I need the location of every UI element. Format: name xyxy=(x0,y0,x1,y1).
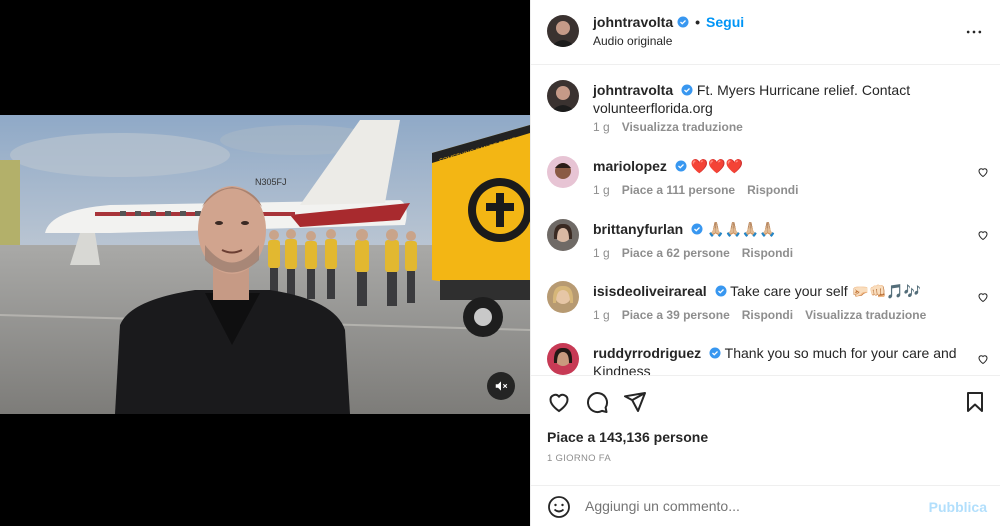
comment-username[interactable]: isisdeoliveirareal xyxy=(593,283,707,299)
comment-text: brittanyfurlan 🙏🏼🙏🏼🙏🏼🙏🏼 xyxy=(593,220,963,238)
post-header: johntravolta • Segui Audio originale xyxy=(531,0,1000,65)
post-side-panel: johntravolta • Segui Audio originale joh… xyxy=(530,0,1000,526)
bookmark-icon[interactable] xyxy=(963,390,987,414)
comments-list[interactable]: johntravolta Ft. Myers Hurricane relief.… xyxy=(531,66,1000,375)
likes-count[interactable]: Piace a 143,136 persone xyxy=(547,429,708,445)
comment-text: isisdeoliveirareal Take care your self 🤛… xyxy=(593,282,963,300)
comment-age[interactable]: 1 g xyxy=(593,308,610,322)
avatar[interactable] xyxy=(547,343,579,375)
post-author-username[interactable]: johntravolta xyxy=(593,14,673,30)
heart-icon[interactable] xyxy=(977,353,989,365)
comment-meta: 1 g Piace a 39 persone Rispondi Visualiz… xyxy=(593,308,938,322)
verified-badge-icon xyxy=(681,84,693,96)
reply-button[interactable]: Rispondi xyxy=(742,308,793,322)
caption-text: johntravolta Ft. Myers Hurricane relief.… xyxy=(593,81,963,117)
translate-link[interactable]: Visualizza traduzione xyxy=(622,120,743,134)
video-frame: N305FJ SOMETHING CAN BE DONE xyxy=(0,115,530,414)
heart-icon[interactable] xyxy=(977,166,989,178)
post-actions: Piace a 143,136 persone 1 GIORNO FA Pubb… xyxy=(531,375,1000,526)
add-comment-input[interactable] xyxy=(585,498,905,514)
heart-icon[interactable] xyxy=(547,390,571,414)
avatar[interactable] xyxy=(547,15,579,47)
emoji-icon[interactable] xyxy=(547,495,571,519)
paper-plane-icon[interactable] xyxy=(623,390,647,414)
comment-body: 🙏🏼🙏🏼🙏🏼🙏🏼 xyxy=(707,221,777,237)
heart-icon[interactable] xyxy=(977,291,989,303)
verified-badge-icon xyxy=(691,223,703,235)
header-user-row: johntravolta • Segui xyxy=(593,14,744,30)
more-options-icon[interactable] xyxy=(964,22,984,42)
add-comment-row: Pubblica xyxy=(531,485,1000,526)
verified-badge-icon xyxy=(709,347,721,359)
muted-speaker-icon xyxy=(495,381,508,391)
comment-age[interactable]: 1 g xyxy=(593,183,610,197)
avatar[interactable] xyxy=(547,219,579,251)
comment-text: mariolopez ❤️❤️❤️ xyxy=(593,157,963,175)
reply-button[interactable]: Rispondi xyxy=(747,183,798,197)
post-media: N305FJ SOMETHING CAN BE DONE xyxy=(0,0,530,526)
publish-button[interactable]: Pubblica xyxy=(929,499,987,515)
mute-button[interactable] xyxy=(487,372,515,400)
reply-button[interactable]: Rispondi xyxy=(742,246,793,260)
post-time[interactable]: 1 GIORNO FA xyxy=(547,453,611,464)
plane-registration: N305FJ xyxy=(255,177,287,187)
verified-badge-icon xyxy=(677,16,689,28)
comment-likes[interactable]: Piace a 111 persone xyxy=(622,183,735,197)
comment-likes[interactable]: Piace a 62 persone xyxy=(622,246,730,260)
translate-link[interactable]: Visualizza traduzione xyxy=(805,308,926,322)
verified-badge-icon xyxy=(715,285,727,297)
avatar[interactable] xyxy=(547,156,579,188)
separator-dot: • xyxy=(695,14,701,30)
comment-meta: 1 g Piace a 62 persone Rispondi xyxy=(593,246,805,260)
comment-meta: 1 g Piace a 111 persone Rispondi xyxy=(593,183,810,197)
caption-age[interactable]: 1 g xyxy=(593,120,610,134)
avatar[interactable] xyxy=(547,80,579,112)
comment-icon[interactable] xyxy=(585,390,609,414)
post-video[interactable]: N305FJ SOMETHING CAN BE DONE xyxy=(0,115,530,414)
avatar[interactable] xyxy=(547,281,579,313)
comment-username[interactable]: ruddyrrodriguez xyxy=(593,345,701,361)
verified-badge-icon xyxy=(675,160,687,172)
comment-body: Take care your self 🤛🏻👊🏻🎵🎶 xyxy=(730,283,922,299)
follow-button[interactable]: Segui xyxy=(706,14,744,30)
heart-icon[interactable] xyxy=(977,229,989,241)
comment-likes[interactable]: Piace a 39 persone xyxy=(622,308,730,322)
comment-username[interactable]: mariolopez xyxy=(593,158,667,174)
audio-label[interactable]: Audio originale xyxy=(593,34,672,48)
caption-meta: 1 g Visualizza traduzione xyxy=(593,120,755,134)
caption-username[interactable]: johntravolta xyxy=(593,82,673,98)
comment-age[interactable]: 1 g xyxy=(593,246,610,260)
comment-username[interactable]: brittanyfurlan xyxy=(593,221,683,237)
comment-text: ruddyrrodriguez Thank you so much for yo… xyxy=(593,344,963,375)
comment-body: ❤️❤️❤️ xyxy=(690,158,743,174)
